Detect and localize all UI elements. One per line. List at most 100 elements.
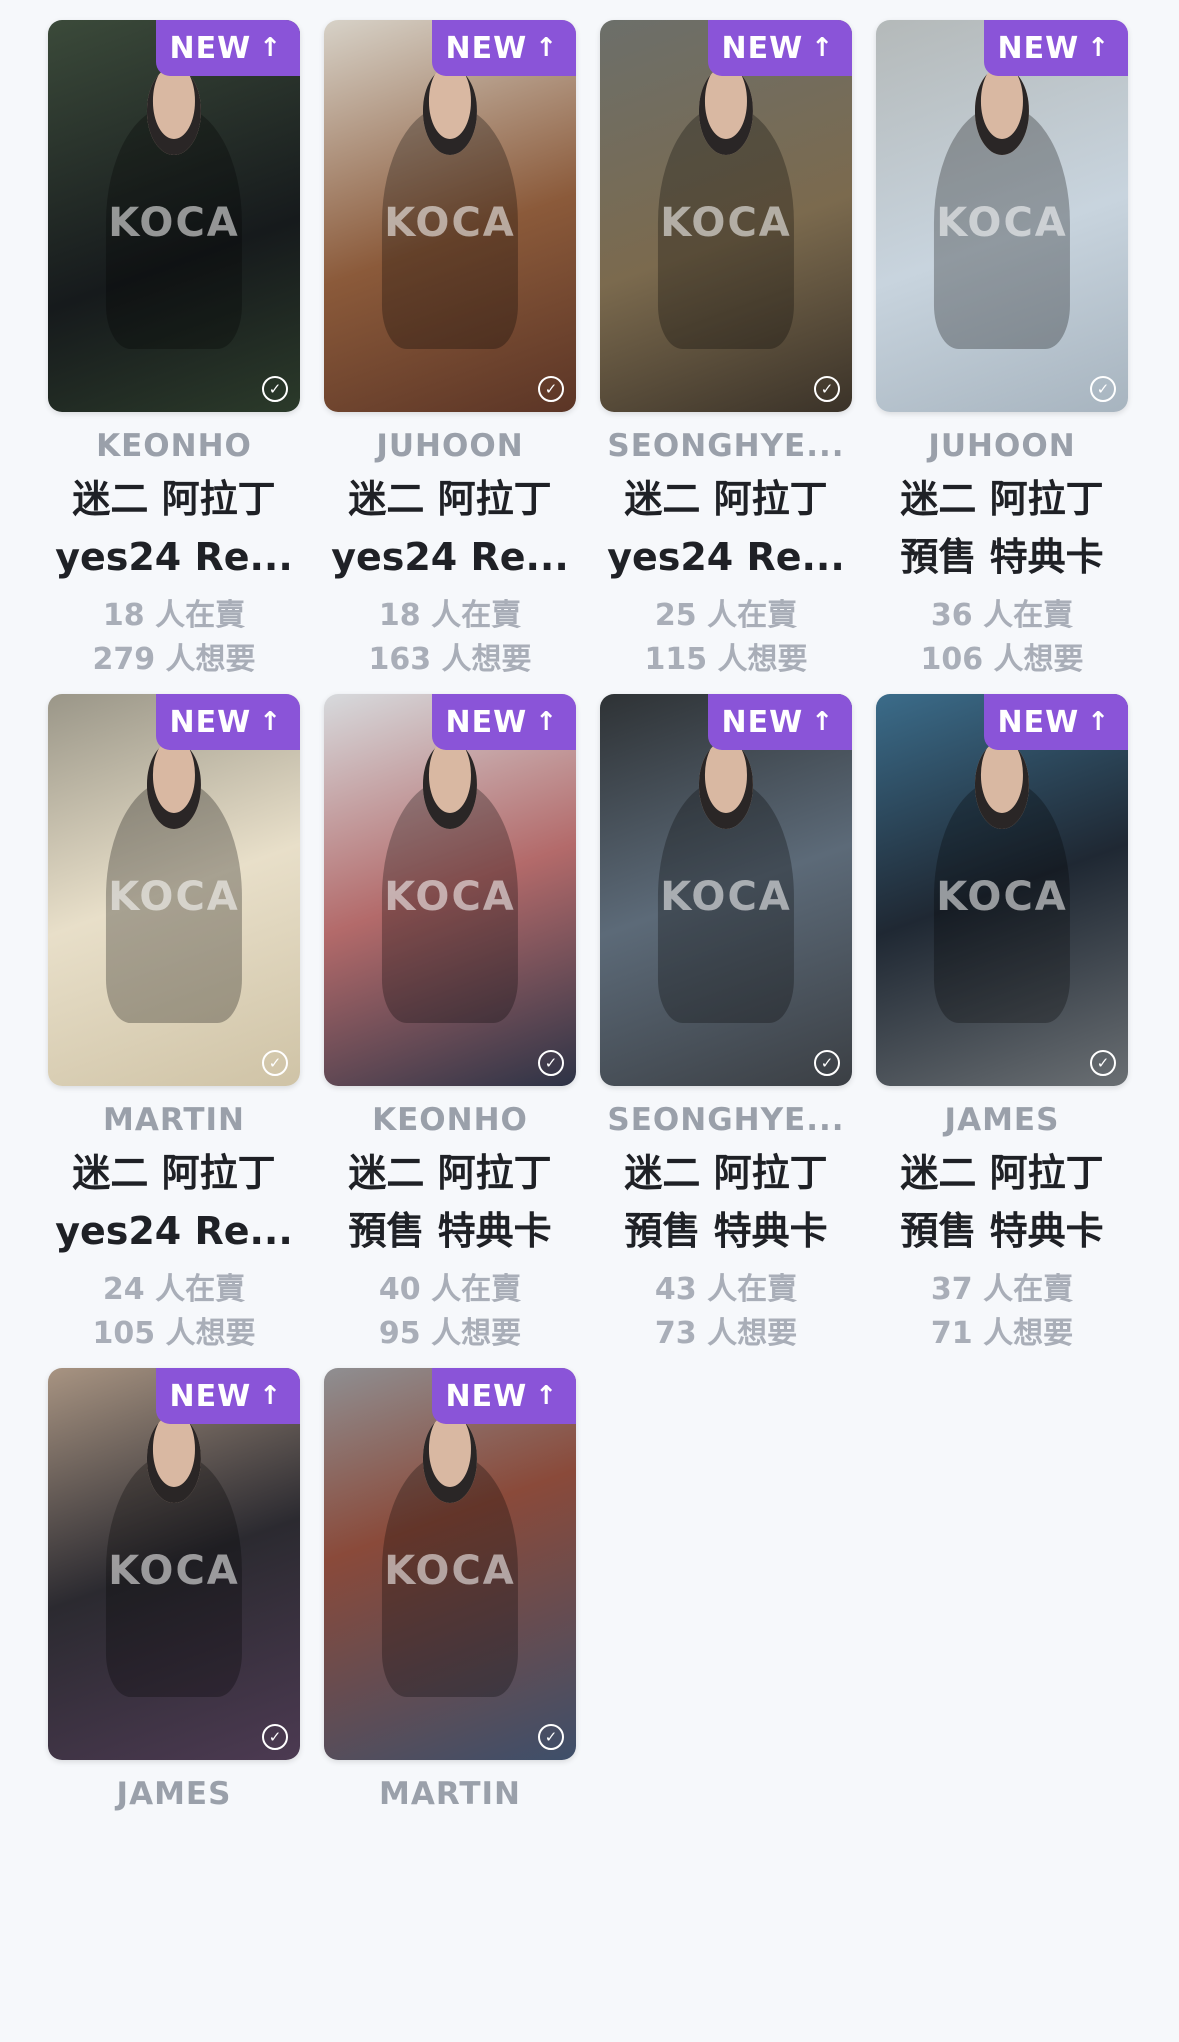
wanting-count: 106 人想要 (920, 642, 1084, 677)
card-title: 迷二 阿拉丁 yes24 Re... (607, 477, 845, 579)
arrow-up-icon: ↑ (535, 707, 558, 737)
card-title: 迷二 阿拉丁 yes24 Re... (55, 1151, 293, 1253)
check-circle-icon[interactable]: ✓ (538, 376, 564, 402)
card-title: 迷二 阿拉丁 預售 特典卡 (348, 1151, 552, 1253)
new-badge: NEW ↑ (431, 1368, 576, 1424)
arrow-up-icon: ↑ (1087, 707, 1110, 737)
card-stats: 25 人在賣 115 人想要 (600, 594, 852, 682)
photocard-item[interactable]: KOCA NEW ↑ ✓ KEONHO 迷二 阿拉丁 預售 特典卡 40 人在賣 … (324, 694, 576, 1368)
member-name: KEONHO (372, 1102, 528, 1138)
selling-count: 18 人在賣 (378, 598, 522, 633)
koca-watermark: KOCA (936, 200, 1068, 247)
card-title: 迷二 阿拉丁 預售 特典卡 (900, 477, 1104, 579)
member-name: MARTIN (379, 1776, 521, 1812)
new-badge: NEW ↑ (707, 20, 852, 76)
photocard-item[interactable]: KOCA NEW ↑ ✓ SEONGHYE... 迷二 阿拉丁 預售 特典卡 43… (600, 694, 852, 1368)
new-badge: NEW ↑ (431, 694, 576, 750)
member-name: SEONGHYE... (607, 428, 845, 464)
wanting-count: 163 人想要 (368, 642, 532, 677)
photocard-item[interactable]: KOCA NEW ↑ ✓ JAMES (48, 1368, 300, 2042)
arrow-up-icon: ↑ (1087, 33, 1110, 63)
check-circle-icon[interactable]: ✓ (538, 1724, 564, 1750)
wanting-count: 73 人想要 (654, 1316, 798, 1351)
check-circle-icon[interactable]: ✓ (262, 1724, 288, 1750)
photocard-item[interactable]: KOCA NEW ↑ ✓ MARTIN 迷二 阿拉丁 yes24 Re... 24… (48, 694, 300, 1368)
card-title: 迷二 阿拉丁 yes24 Re... (55, 477, 293, 579)
photocard-image[interactable]: KOCA NEW ↑ ✓ (324, 694, 576, 1086)
member-name: JUHOON (376, 428, 524, 464)
new-badge: NEW ↑ (983, 20, 1128, 76)
member-name: JAMES (116, 1776, 232, 1812)
selling-count: 25 人在賣 (654, 598, 798, 633)
photocard-image[interactable]: KOCA NEW ↑ ✓ (48, 694, 300, 1086)
member-name: JAMES (944, 1102, 1060, 1138)
photocard-item[interactable]: KOCA NEW ↑ ✓ KEONHO 迷二 阿拉丁 yes24 Re... 18… (48, 20, 300, 694)
arrow-up-icon: ↑ (535, 33, 558, 63)
arrow-up-icon: ↑ (811, 707, 834, 737)
selling-count: 24 人在賣 (102, 1272, 246, 1307)
check-circle-icon[interactable]: ✓ (1090, 1050, 1116, 1076)
arrow-up-icon: ↑ (259, 33, 282, 63)
check-circle-icon[interactable]: ✓ (262, 1050, 288, 1076)
photocard-image[interactable]: KOCA NEW ↑ ✓ (876, 20, 1128, 412)
check-circle-icon[interactable]: ✓ (538, 1050, 564, 1076)
selling-count: 37 人在賣 (930, 1272, 1074, 1307)
photocard-item[interactable]: KOCA NEW ↑ ✓ SEONGHYE... 迷二 阿拉丁 yes24 Re.… (600, 20, 852, 694)
photocard-image[interactable]: KOCA NEW ↑ ✓ (876, 694, 1128, 1086)
member-name: MARTIN (103, 1102, 245, 1138)
photocard-image[interactable]: KOCA NEW ↑ ✓ (324, 1368, 576, 1760)
wanting-count: 105 人想要 (92, 1316, 256, 1351)
wanting-count: 71 人想要 (930, 1316, 1074, 1351)
koca-watermark: KOCA (108, 874, 240, 921)
photocard-item[interactable]: KOCA NEW ↑ ✓ MARTIN (324, 1368, 576, 2042)
check-circle-icon[interactable]: ✓ (262, 376, 288, 402)
new-badge: NEW ↑ (707, 694, 852, 750)
selling-count: 36 人在賣 (930, 598, 1074, 633)
photocard-item[interactable]: KOCA NEW ↑ ✓ JUHOON 迷二 阿拉丁 預售 特典卡 36 人在賣 … (876, 20, 1128, 694)
new-badge: NEW ↑ (431, 20, 576, 76)
member-name: KEONHO (96, 428, 252, 464)
check-circle-icon[interactable]: ✓ (814, 1050, 840, 1076)
new-badge: NEW ↑ (155, 694, 300, 750)
member-name: SEONGHYE... (607, 1102, 845, 1138)
card-title: 迷二 阿拉丁 預售 特典卡 (624, 1151, 828, 1253)
card-stats: 24 人在賣 105 人想要 (48, 1268, 300, 1356)
photocard-image[interactable]: KOCA NEW ↑ ✓ (48, 20, 300, 412)
new-badge: NEW ↑ (155, 20, 300, 76)
photocard-image[interactable]: KOCA NEW ↑ ✓ (600, 20, 852, 412)
photocard-image[interactable]: KOCA NEW ↑ ✓ (324, 20, 576, 412)
photocard-image[interactable]: KOCA NEW ↑ ✓ (48, 1368, 300, 1760)
card-stats: 43 人在賣 73 人想要 (600, 1268, 852, 1356)
card-stats: 18 人在賣 279 人想要 (48, 594, 300, 682)
new-badge: NEW ↑ (983, 694, 1128, 750)
photocard-item[interactable]: KOCA NEW ↑ ✓ JUHOON 迷二 阿拉丁 yes24 Re... 18… (324, 20, 576, 694)
arrow-up-icon: ↑ (811, 33, 834, 63)
selling-count: 18 人在賣 (102, 598, 246, 633)
photocard-item[interactable]: KOCA NEW ↑ ✓ JAMES 迷二 阿拉丁 預售 特典卡 37 人在賣 7… (876, 694, 1128, 1368)
koca-watermark: KOCA (384, 874, 516, 921)
koca-watermark: KOCA (384, 1548, 516, 1595)
photocard-grid: KOCA NEW ↑ ✓ KEONHO 迷二 阿拉丁 yes24 Re... 18… (48, 20, 1128, 2042)
check-circle-icon[interactable]: ✓ (814, 376, 840, 402)
koca-watermark: KOCA (384, 200, 516, 247)
koca-watermark: KOCA (936, 874, 1068, 921)
koca-watermark: KOCA (108, 1548, 240, 1595)
wanting-count: 95 人想要 (378, 1316, 522, 1351)
card-stats: 40 人在賣 95 人想要 (324, 1268, 576, 1356)
new-badge: NEW ↑ (155, 1368, 300, 1424)
arrow-up-icon: ↑ (535, 1381, 558, 1411)
photocard-image[interactable]: KOCA NEW ↑ ✓ (600, 694, 852, 1086)
selling-count: 40 人在賣 (378, 1272, 522, 1307)
arrow-up-icon: ↑ (259, 1381, 282, 1411)
card-stats: 18 人在賣 163 人想要 (324, 594, 576, 682)
arrow-up-icon: ↑ (259, 707, 282, 737)
check-circle-icon[interactable]: ✓ (1090, 376, 1116, 402)
wanting-count: 279 人想要 (92, 642, 256, 677)
card-title: 迷二 阿拉丁 預售 特典卡 (900, 1151, 1104, 1253)
koca-watermark: KOCA (660, 200, 792, 247)
card-stats: 36 人在賣 106 人想要 (876, 594, 1128, 682)
koca-watermark: KOCA (660, 874, 792, 921)
wanting-count: 115 人想要 (644, 642, 808, 677)
card-title: 迷二 阿拉丁 yes24 Re... (331, 477, 569, 579)
koca-watermark: KOCA (108, 200, 240, 247)
